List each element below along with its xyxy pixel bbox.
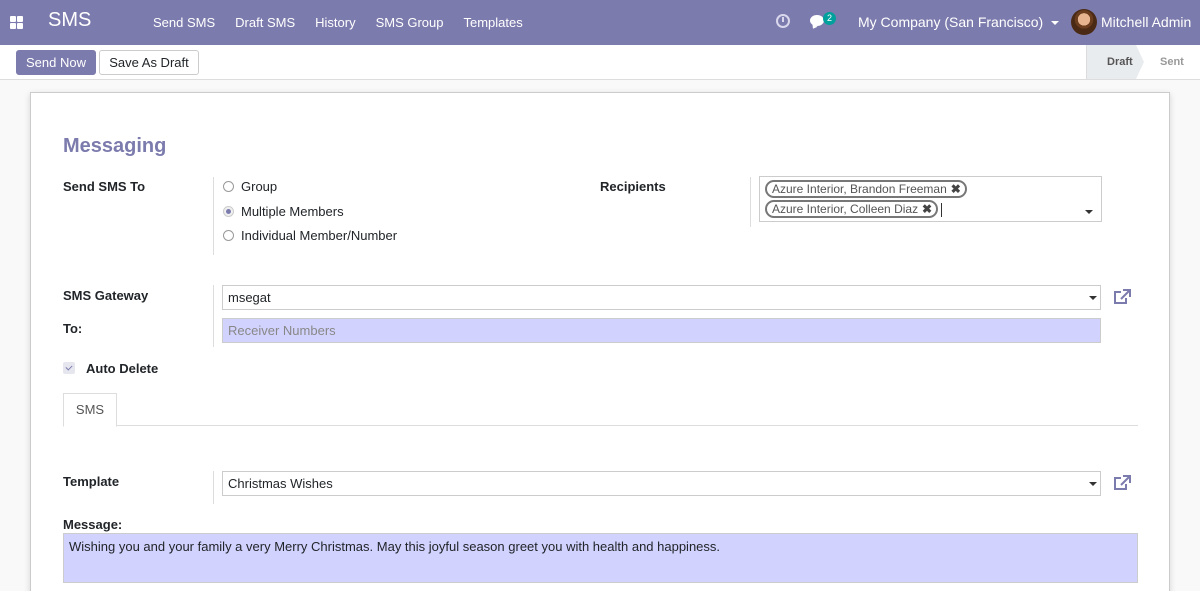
recipients-label: Recipients bbox=[600, 179, 666, 194]
section-title: Messaging bbox=[63, 135, 167, 157]
status-sent[interactable]: Sent bbox=[1136, 45, 1200, 79]
divider bbox=[213, 285, 214, 347]
activity-clock-icon[interactable] bbox=[776, 14, 790, 28]
radio-group-option[interactable]: Group bbox=[223, 179, 277, 194]
recipient-tag-label: Azure Interior, Colleen Diaz bbox=[772, 202, 919, 216]
external-link-icon[interactable] bbox=[1113, 475, 1131, 491]
tabs-divider bbox=[63, 425, 1138, 426]
menu-item-draft-sms[interactable]: Draft SMS bbox=[235, 0, 295, 45]
message-label: Message: bbox=[63, 517, 123, 532]
auto-delete-label: Auto Delete bbox=[86, 361, 159, 376]
remove-tag-icon[interactable]: ✖ bbox=[922, 202, 932, 216]
divider bbox=[213, 177, 214, 255]
menu-item-history[interactable]: History bbox=[315, 0, 355, 45]
radio-group[interactable] bbox=[223, 181, 234, 192]
tab-sms[interactable]: SMS bbox=[63, 393, 117, 427]
recipients-field[interactable]: Azure Interior, Brandon Freeman ✖ Azure … bbox=[759, 176, 1102, 222]
menu-item-send-sms[interactable]: Send SMS bbox=[153, 0, 215, 45]
menu-item-templates[interactable]: Templates bbox=[464, 0, 523, 45]
app-brand[interactable]: SMS bbox=[48, 9, 91, 32]
chevron-down-icon bbox=[1089, 296, 1097, 300]
message-textarea[interactable]: Wishing you and your family a very Merry… bbox=[63, 533, 1138, 583]
sms-gateway-label: SMS Gateway bbox=[63, 288, 149, 303]
auto-delete-checkbox[interactable] bbox=[63, 362, 75, 374]
chevron-down-icon[interactable] bbox=[1085, 210, 1093, 214]
recipient-tag-label: Azure Interior, Brandon Freeman bbox=[772, 182, 947, 196]
main-menu: Send SMS Draft SMS History SMS Group Tem… bbox=[153, 0, 543, 45]
to-label: To: bbox=[63, 321, 83, 336]
control-panel: Send Now Save As Draft Draft Sent bbox=[0, 45, 1200, 80]
template-value: Christmas Wishes bbox=[228, 476, 333, 491]
company-switcher[interactable]: My Company (San Francisco) bbox=[858, 0, 1060, 45]
user-menu[interactable]: Mitchell Admin bbox=[1101, 0, 1191, 45]
chevron-down-icon bbox=[1051, 21, 1060, 26]
chevron-down-icon bbox=[1089, 482, 1097, 486]
template-select[interactable]: Christmas Wishes bbox=[222, 471, 1101, 496]
radio-individual[interactable] bbox=[223, 230, 234, 241]
radio-multiple-members-option[interactable]: Multiple Members bbox=[223, 204, 344, 219]
receiver-numbers-input[interactable]: Receiver Numbers bbox=[222, 318, 1101, 343]
recipient-tag: Azure Interior, Colleen Diaz ✖ bbox=[765, 200, 939, 218]
radio-individual-label: Individual Member/Number bbox=[241, 228, 398, 243]
menu-item-sms-group[interactable]: SMS Group bbox=[376, 0, 444, 45]
form-sheet: Messaging Send SMS To Group Multiple Mem… bbox=[30, 92, 1170, 591]
send-now-button[interactable]: Send Now bbox=[16, 50, 96, 75]
top-navbar: SMS Send SMS Draft SMS History SMS Group… bbox=[0, 0, 1200, 45]
avatar[interactable] bbox=[1071, 9, 1097, 35]
radio-individual-option[interactable]: Individual Member/Number bbox=[223, 228, 397, 243]
text-cursor bbox=[941, 203, 942, 217]
status-draft[interactable]: Draft bbox=[1086, 45, 1144, 79]
radio-multiple-members-label: Multiple Members bbox=[241, 204, 344, 219]
remove-tag-icon[interactable]: ✖ bbox=[951, 182, 961, 196]
divider bbox=[750, 177, 751, 227]
send-to-label: Send SMS To bbox=[63, 179, 146, 194]
radio-group-label: Group bbox=[241, 179, 278, 194]
template-label: Template bbox=[63, 474, 120, 489]
apps-grid-icon[interactable] bbox=[10, 16, 23, 29]
sms-gateway-value: msegat bbox=[228, 290, 271, 305]
external-link-icon[interactable] bbox=[1113, 289, 1131, 305]
recipient-tag: Azure Interior, Brandon Freeman ✖ bbox=[765, 180, 967, 198]
divider bbox=[213, 471, 214, 504]
radio-multiple-members[interactable] bbox=[223, 206, 234, 217]
chat-icon[interactable] bbox=[810, 15, 824, 26]
company-name: My Company (San Francisco) bbox=[858, 14, 1044, 30]
status-bar: Draft Sent bbox=[1086, 45, 1200, 79]
save-as-draft-button[interactable]: Save As Draft bbox=[99, 50, 199, 75]
chat-count-badge: 2 bbox=[823, 12, 836, 25]
sms-gateway-select[interactable]: msegat bbox=[222, 285, 1101, 310]
